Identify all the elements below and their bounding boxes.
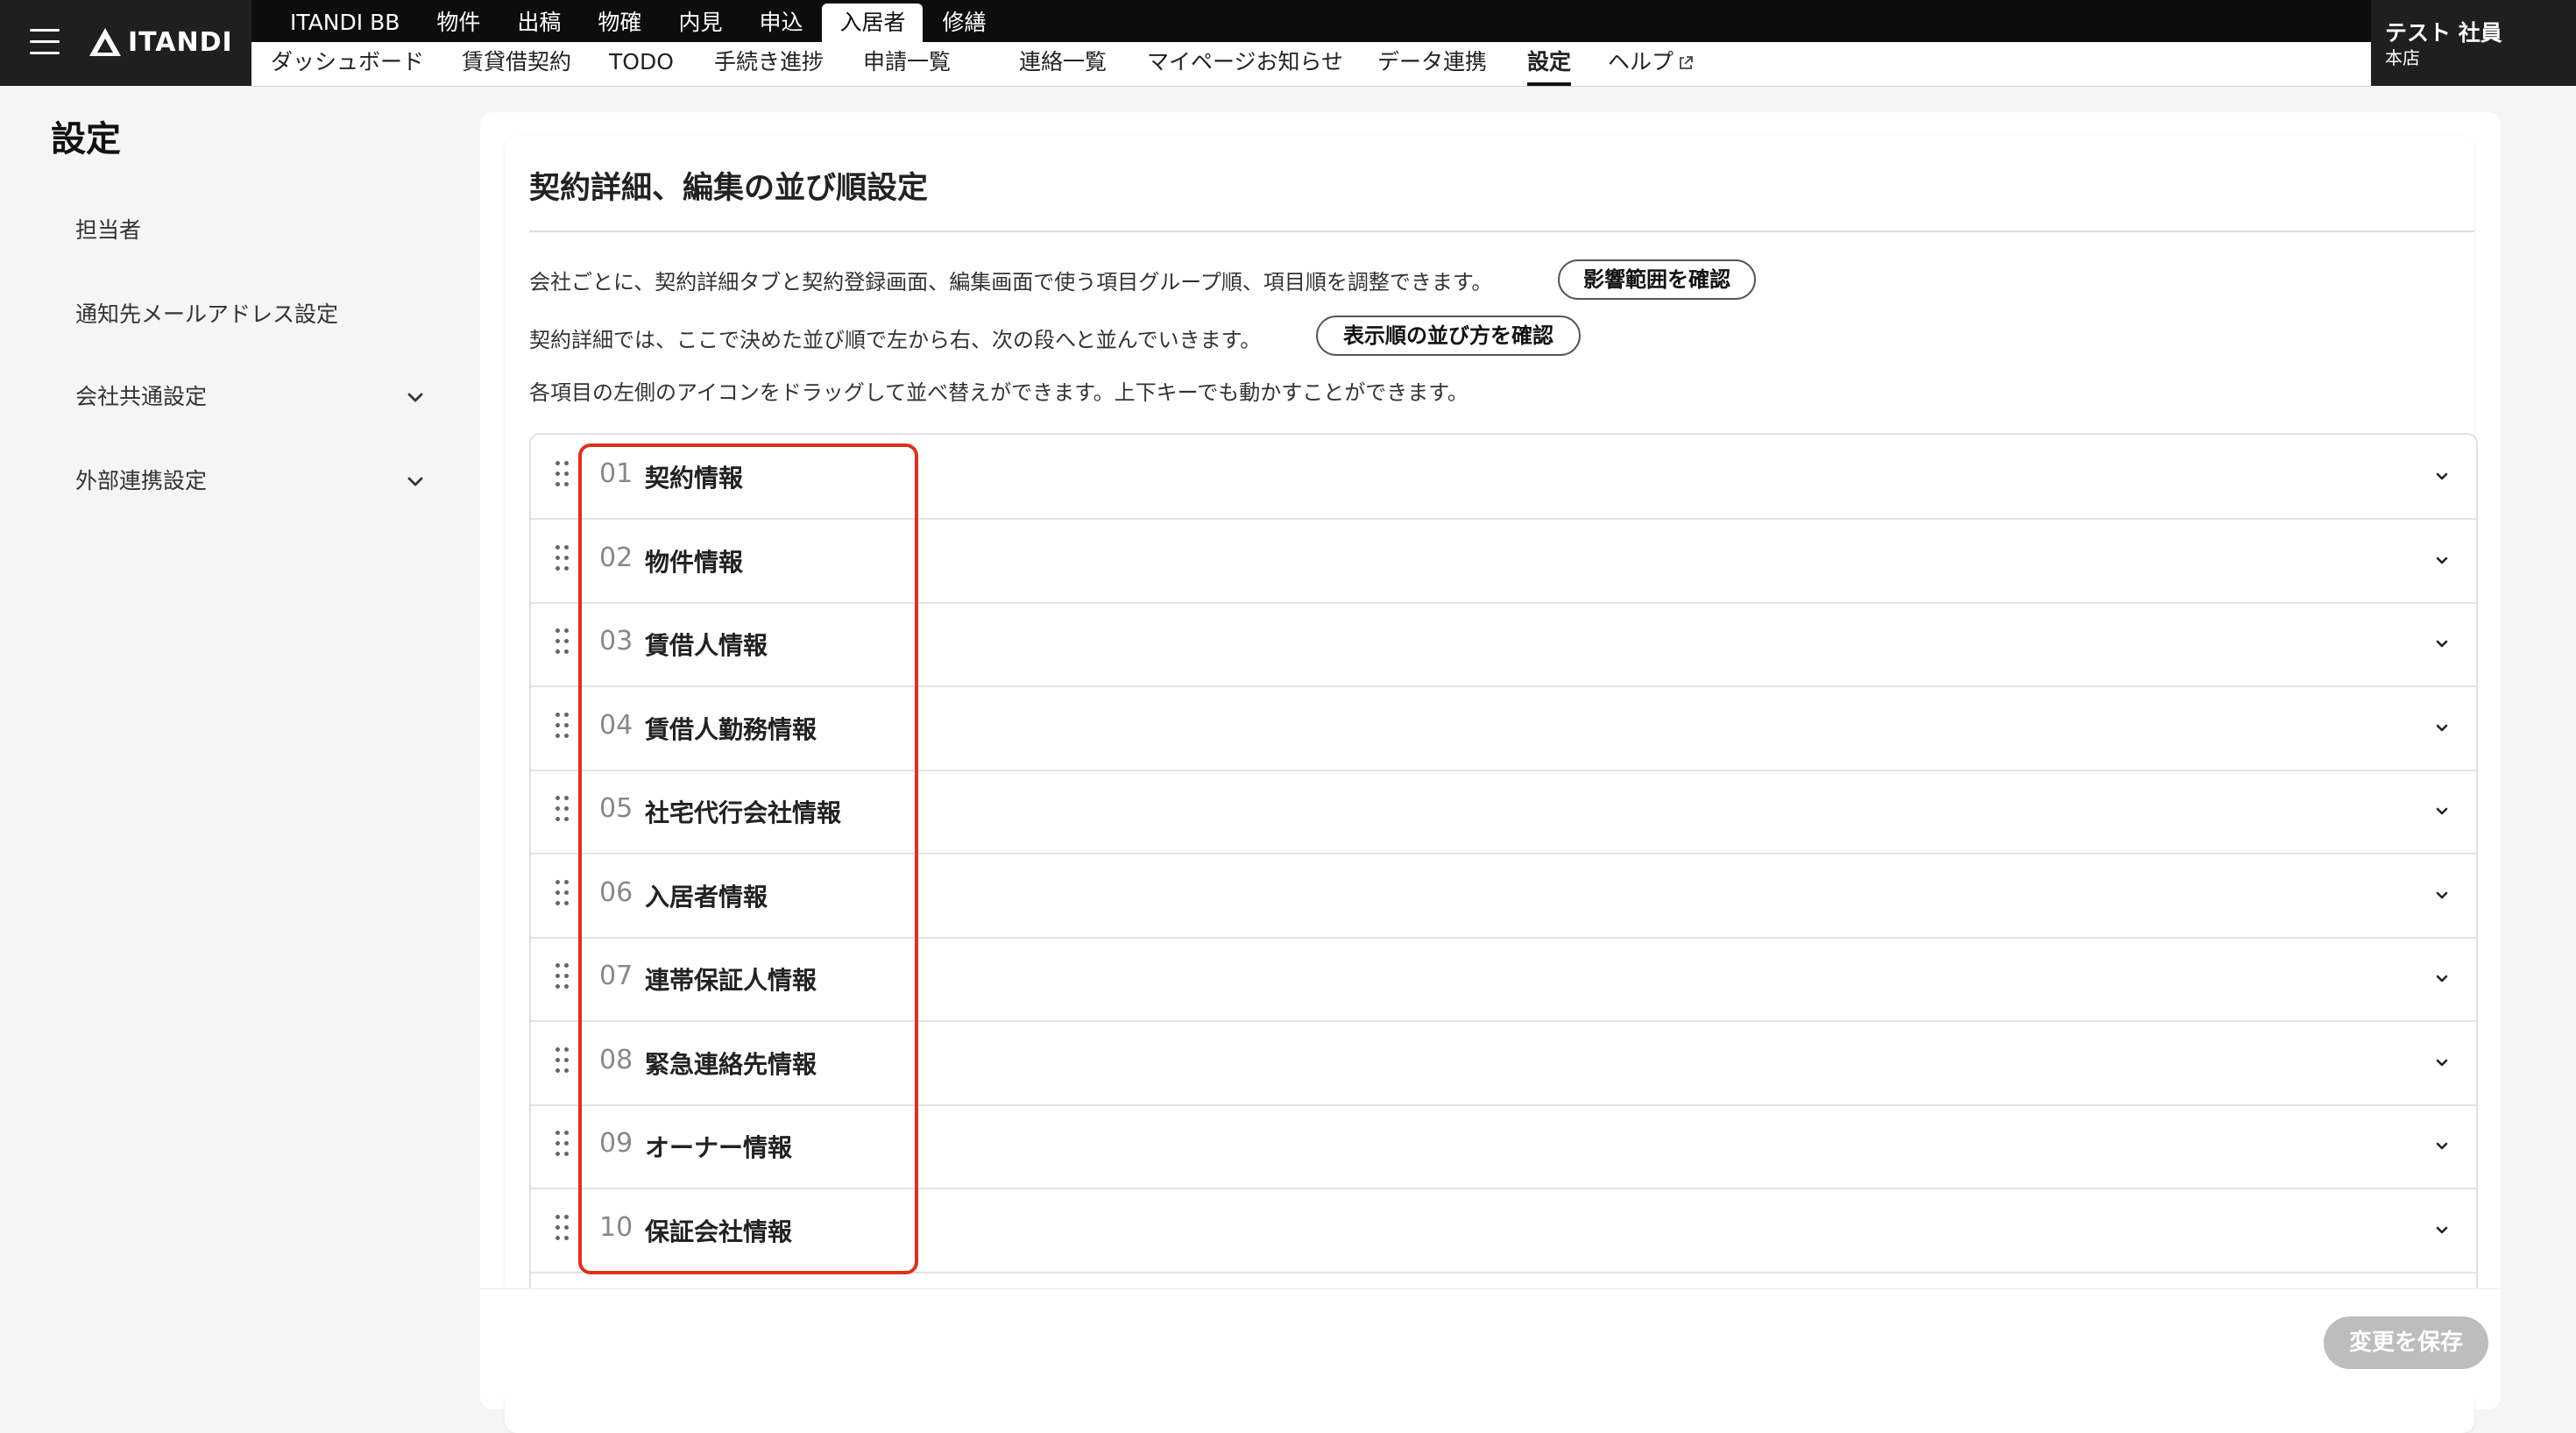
sub-nav-requests[interactable]: 申請一覧 bbox=[863, 42, 951, 86]
sub-nav-lease-contracts[interactable]: 賃貸借契約 bbox=[462, 42, 571, 86]
user-name: テスト 社員 bbox=[2385, 20, 2502, 46]
drag-handle-icon[interactable] bbox=[556, 1131, 573, 1160]
title-divider bbox=[529, 231, 2474, 232]
sub-nav: ダッシュボード 賃貸借契約 TODO 手続き進捗 申請一覧 連絡一覧 マイページ… bbox=[251, 42, 2371, 87]
sub-nav-dashboard[interactable]: ダッシュボード bbox=[271, 42, 424, 86]
logo-mark-icon bbox=[89, 28, 121, 56]
sub-nav-settings[interactable]: 設定 bbox=[1527, 42, 1572, 86]
sidebar-item-external-integration[interactable]: 外部連携設定 bbox=[75, 459, 426, 503]
highlight-annotation bbox=[578, 443, 918, 1274]
sidebar-item-label: 通知先メールアドレス設定 bbox=[75, 301, 339, 327]
user-store: 本店 bbox=[2385, 47, 2420, 68]
sidebar-item-staff[interactable]: 担当者 bbox=[75, 209, 426, 252]
drag-handle-icon[interactable] bbox=[556, 712, 573, 742]
user-menu[interactable]: テスト 社員 本店 bbox=[2371, 0, 2576, 86]
logo-text: ITANDI bbox=[128, 26, 233, 58]
drag-handle-icon[interactable] bbox=[556, 628, 573, 658]
top-nav-listing[interactable]: 出稿 bbox=[499, 4, 578, 42]
drag-handle-icon[interactable] bbox=[556, 963, 573, 993]
sidebar-title: 設定 bbox=[51, 119, 121, 160]
save-changes-button[interactable]: 変更を保存 bbox=[2324, 1316, 2488, 1369]
top-nav-itandi-bb[interactable]: ITANDI BB bbox=[272, 4, 417, 42]
chevron-down-icon[interactable] bbox=[2432, 550, 2452, 570]
sidebar-item-label: 外部連携設定 bbox=[75, 468, 208, 493]
chevron-down-icon bbox=[407, 393, 423, 402]
chevron-down-icon bbox=[407, 477, 423, 486]
sub-nav-messages[interactable]: 連絡一覧 bbox=[1019, 42, 1107, 86]
drag-handle-icon[interactable] bbox=[556, 1046, 573, 1077]
chevron-down-icon[interactable] bbox=[2432, 1220, 2452, 1239]
drag-handle-icon[interactable] bbox=[556, 879, 573, 910]
drag-handle-icon[interactable] bbox=[556, 544, 573, 575]
top-nav-properties[interactable]: 物件 bbox=[419, 4, 498, 42]
description-line-3: 各項目の左側のアイコンをドラッグして並べ替えができます。上下キーでも動かすことが… bbox=[529, 380, 1468, 405]
chevron-down-icon[interactable] bbox=[2432, 1136, 2452, 1155]
brand-area: ITANDI bbox=[0, 0, 251, 86]
sidebar-item-company-common[interactable]: 会社共通設定 bbox=[75, 375, 426, 419]
top-nav: ITANDI BB 物件 出稿 物確 内見 申込 入居者 修繕 bbox=[251, 0, 2371, 42]
chevron-down-icon[interactable] bbox=[2432, 968, 2452, 988]
sub-nav-todo[interactable]: TODO bbox=[609, 42, 674, 86]
description-line-2: 契約詳細では、ここで決めた並び順で左から右、次の段へと並んでいきます。 bbox=[529, 328, 1262, 352]
chevron-down-icon[interactable] bbox=[2432, 1053, 2452, 1072]
sub-nav-progress[interactable]: 手続き進捗 bbox=[714, 42, 824, 86]
drag-handle-icon[interactable] bbox=[556, 461, 573, 491]
menu-icon[interactable] bbox=[30, 29, 60, 55]
top-nav-tenant[interactable]: 入居者 bbox=[822, 4, 924, 42]
drag-handle-icon[interactable] bbox=[556, 1214, 573, 1245]
drag-handle-icon[interactable] bbox=[556, 796, 573, 826]
footer-bar bbox=[480, 1288, 2501, 1398]
top-nav-viewing[interactable]: 内見 bbox=[661, 4, 740, 42]
chevron-down-icon[interactable] bbox=[2432, 885, 2452, 904]
chevron-down-icon[interactable] bbox=[2432, 718, 2452, 737]
chevron-down-icon[interactable] bbox=[2432, 801, 2452, 820]
top-bar: ITANDI ITANDI BB 物件 出稿 物確 内見 申込 入居者 修繕 ダ… bbox=[0, 0, 2576, 87]
top-nav-repair[interactable]: 修繕 bbox=[924, 4, 1003, 42]
chevron-down-icon[interactable] bbox=[2432, 634, 2452, 653]
check-scope-button[interactable]: 影響範囲を確認 bbox=[1558, 259, 1756, 300]
description-line-1: 会社ごとに、契約詳細タブと契約登録画面、編集画面で使う項目グループ順、項目順を調… bbox=[529, 270, 1493, 294]
itandi-logo[interactable]: ITANDI bbox=[88, 26, 233, 58]
external-link-icon bbox=[1680, 56, 1693, 69]
sidebar-item-label: 担当者 bbox=[75, 217, 142, 243]
sidebar-item-notification-email[interactable]: 通知先メールアドレス設定 bbox=[75, 293, 426, 337]
sub-nav-help[interactable]: ヘルプ bbox=[1608, 42, 1695, 86]
check-display-order-button[interactable]: 表示順の並び方を確認 bbox=[1316, 316, 1581, 356]
page-title: 契約詳細、編集の並び順設定 bbox=[529, 171, 929, 206]
sub-nav-data-integration[interactable]: データ連携 bbox=[1377, 42, 1487, 86]
top-nav-application[interactable]: 申込 bbox=[741, 4, 820, 42]
sidebar-item-label: 会社共通設定 bbox=[75, 384, 208, 409]
top-nav-confirm[interactable]: 物確 bbox=[580, 4, 659, 42]
sub-nav-help-label: ヘルプ bbox=[1608, 49, 1674, 74]
sub-nav-mypage-notices[interactable]: マイページお知らせ bbox=[1147, 42, 1343, 86]
chevron-down-icon[interactable] bbox=[2432, 466, 2452, 486]
